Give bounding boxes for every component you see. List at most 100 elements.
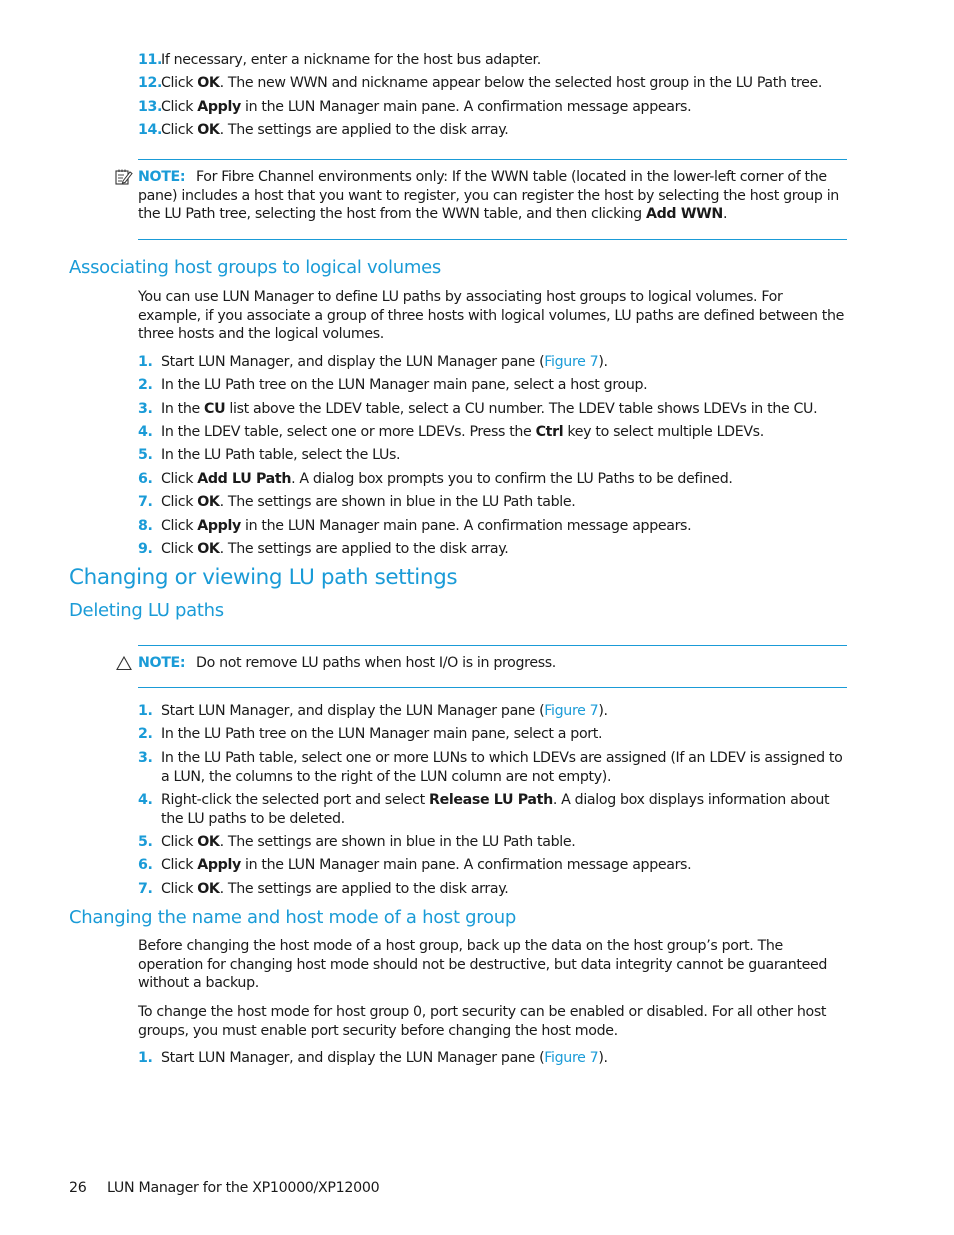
step-text: key to select multiple LDEVs. — [563, 424, 764, 440]
delete-step-3: 3. In the LU Path table, select one or mo… — [138, 749, 848, 786]
step-text: If necessary, enter a nickname for the h… — [161, 52, 541, 68]
assoc-step-4: 4. In the LDEV table, select one or more … — [138, 423, 848, 442]
note-text: For Fibre Channel environments only: If … — [138, 168, 848, 224]
backup-paragraph: Before changing the host mode of a host … — [138, 938, 827, 991]
port-security-paragraph: To change the host mode for host group 0… — [138, 1004, 827, 1039]
step-number: 6. — [138, 471, 153, 487]
step-number: 7. — [138, 881, 153, 897]
step-text: Click — [161, 518, 198, 534]
ui-term: Apply — [197, 857, 241, 873]
delete-step-5: 5. Click OK. The settings are shown in bl… — [138, 833, 848, 852]
step-text: . The settings are applied to the disk a… — [219, 541, 509, 557]
step-text: ). — [598, 703, 608, 719]
note-top-rule — [138, 645, 847, 646]
step-number: 5. — [138, 447, 153, 463]
step-number: 14. — [138, 122, 163, 138]
delete-step-1: 1. Start LUN Manager, and display the LUN… — [138, 702, 848, 721]
ui-term: OK — [197, 834, 220, 850]
step-text: Click — [161, 122, 198, 138]
step-11: 11.If necessary, enter a nickname for th… — [138, 51, 848, 70]
step-number: 6. — [138, 857, 153, 873]
step-text: Start LUN Manager, and display the LUN M… — [161, 1050, 545, 1066]
step-number: 12. — [138, 75, 163, 91]
figure-7-link[interactable]: Figure 7 — [544, 703, 598, 719]
note-caution: NOTE: Do not remove LU paths when host I… — [114, 654, 849, 674]
note-pad-icon — [114, 168, 134, 186]
step-text: in the LUN Manager main pane. A confirma… — [240, 99, 692, 115]
page-number: 26 — [69, 1180, 87, 1196]
step-number: 5. — [138, 834, 153, 850]
step-text: Click — [161, 881, 198, 897]
note-bottom-rule — [138, 687, 847, 688]
ui-term: OK — [197, 881, 220, 897]
step-text: . The settings are shown in blue in the … — [219, 494, 576, 510]
assoc-step-8: 8. Click Apply in the LUN Manager main pa… — [138, 517, 848, 536]
ui-term: Release LU Path — [429, 792, 553, 808]
step-text: . The settings are applied to the disk a… — [219, 881, 509, 897]
step-number: 2. — [138, 726, 153, 742]
step-text: In the LU Path table, select the LUs. — [161, 447, 401, 463]
step-number: 1. — [138, 1050, 153, 1066]
assoc-step-9: 9. Click OK. The settings are applied to … — [138, 540, 848, 559]
step-text: In the LU Path tree on the LUN Manager m… — [161, 726, 603, 742]
step-number: 9. — [138, 541, 153, 557]
step-text: Start LUN Manager, and display the LUN M… — [161, 354, 545, 370]
caution-triangle-icon — [114, 654, 134, 672]
delete-step-4: 4. Right-click the selected port and sele… — [138, 791, 848, 828]
step-13: 13.Click Apply in the LUN Manager main p… — [138, 98, 848, 117]
step-text: list above the LDEV table, select a CU n… — [225, 401, 818, 417]
note-text-end: . — [722, 206, 728, 222]
figure-7-link[interactable]: Figure 7 — [544, 354, 598, 370]
step-text: Click — [161, 834, 198, 850]
step-text: In the LU Path tree on the LUN Manager m… — [161, 377, 648, 393]
step-number: 3. — [138, 750, 153, 766]
step-text: ). — [598, 354, 608, 370]
assoc-step-1: 1. Start LUN Manager, and display the LUN… — [138, 353, 848, 372]
step-text: in the LUN Manager main pane. A confirma… — [240, 857, 692, 873]
ui-term: OK — [197, 75, 220, 91]
step-text: Click — [161, 471, 198, 487]
assoc-step-2: 2. In the LU Path tree on the LUN Manager… — [138, 376, 848, 395]
step-text: . The settings are shown in blue in the … — [219, 834, 576, 850]
chapter-heading: Changing or viewing LU path settings — [69, 565, 458, 590]
step-12: 12.Click OK. The new WWN and nickname ap… — [138, 74, 848, 93]
step-number: 1. — [138, 354, 153, 370]
step-text: Click — [161, 99, 198, 115]
footer-title: LUN Manager for the XP10000/XP12000 — [107, 1180, 380, 1196]
ui-term: OK — [197, 494, 220, 510]
step-number: 8. — [138, 518, 153, 534]
step-text: Click — [161, 75, 198, 91]
step-text: . The new WWN and nickname appear below … — [219, 75, 823, 91]
step-number: 7. — [138, 494, 153, 510]
figure-7-link[interactable]: Figure 7 — [544, 1050, 598, 1066]
assoc-step-3: 3. In the CU list above the LDEV table, s… — [138, 400, 848, 419]
step-text: . The settings are applied to the disk a… — [219, 122, 509, 138]
ui-term: OK — [197, 122, 220, 138]
ui-term: OK — [197, 541, 220, 557]
section-heading-deleting: Deleting LU paths — [69, 600, 224, 621]
ui-term: Apply — [197, 518, 241, 534]
note-text: Do not remove LU paths when host I/O is … — [196, 655, 556, 671]
ui-term: Add LU Path — [197, 471, 292, 487]
delete-step-2: 2. In the LU Path tree on the LUN Manager… — [138, 725, 848, 744]
note-fibre-channel: NOTE: For Fibre Channel environments onl… — [114, 168, 849, 228]
step-number: 3. — [138, 401, 153, 417]
step-text: Right-click the selected port and select — [161, 792, 429, 808]
step-number: 4. — [138, 424, 153, 440]
step-number: 4. — [138, 792, 153, 808]
section-heading-changing-name: Changing the name and host mode of a hos… — [69, 907, 516, 928]
change-step-1: 1. Start LUN Manager, and display the LUN… — [138, 1049, 848, 1068]
step-14: 14.Click OK. The settings are applied to… — [138, 121, 848, 140]
ui-term: Apply — [197, 99, 241, 115]
page-footer: 26 LUN Manager for the XP10000/XP12000 — [69, 1180, 380, 1196]
assoc-step-5: 5. In the LU Path table, select the LUs. — [138, 446, 848, 465]
intro-paragraph: You can use LUN Manager to define LU pat… — [138, 289, 844, 342]
note-text-body: For Fibre Channel environments only: If … — [138, 169, 839, 222]
delete-step-7: 7. Click OK. The settings are applied to … — [138, 880, 848, 899]
step-text: In the LU Path table, select one or more… — [161, 750, 843, 785]
step-text: in the LUN Manager main pane. A confirma… — [240, 518, 692, 534]
step-text: Click — [161, 541, 198, 557]
assoc-step-7: 7. Click OK. The settings are shown in bl… — [138, 493, 848, 512]
ui-term: Ctrl — [535, 424, 564, 440]
document-page: 11.If necessary, enter a nickname for th… — [0, 0, 954, 1235]
